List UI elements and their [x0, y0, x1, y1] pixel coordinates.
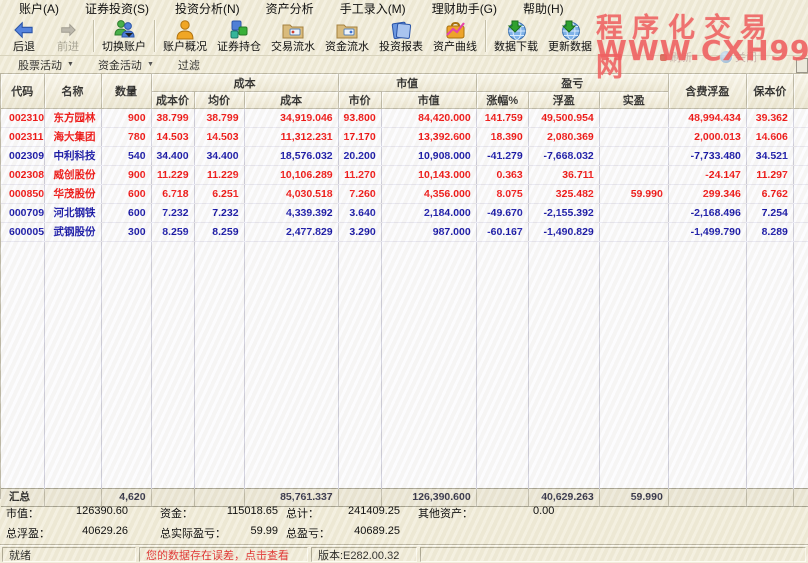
switch-account-button[interactable]: 切换账户: [97, 18, 151, 53]
stock-activity-dropdown[interactable]: 股票活动 ▼: [8, 57, 84, 73]
status-ready: 就绪: [2, 547, 136, 562]
col-header-breakeven[interactable]: 保本价: [746, 74, 793, 109]
switch-account-icon: [111, 19, 137, 41]
status-bar: 就绪 您的数据存在误差，点击查看 版本:E282.00.32: [0, 544, 808, 563]
menu-manual-entry[interactable]: 手工录入(M): [327, 0, 419, 19]
table-row[interactable]: 002311 海大集团 780 14.503 14.503 11,312.231…: [1, 128, 808, 147]
account-overview-icon: [172, 19, 198, 41]
chevron-down-icon: ▼: [147, 61, 154, 69]
status-version: 版本:E282.00.32: [311, 547, 417, 562]
table-row[interactable]: 600005 武钢股份 300 8.259 8.259 2,477.829 3.…: [1, 223, 808, 242]
account-overview-button[interactable]: 账户概况: [158, 18, 212, 53]
forward-icon: [55, 19, 81, 41]
col-group-pl[interactable]: 盈亏: [476, 74, 668, 92]
col-header-qty[interactable]: 数量: [101, 74, 151, 109]
close-icon: [720, 51, 732, 63]
col-header-value[interactable]: 市值: [381, 92, 476, 109]
cash-label: 资金：: [160, 505, 193, 521]
col-header-price[interactable]: 市价: [338, 92, 381, 109]
col-header-code[interactable]: 代码: [1, 74, 44, 109]
menu-securities-invest[interactable]: 证券投资(S): [72, 0, 162, 19]
holdings-button[interactable]: 证券持仓: [212, 18, 266, 53]
asset-curve-icon: [442, 19, 468, 41]
total-value: 241409.25: [320, 505, 400, 517]
table-row[interactable]: 002310 东方园林 900 38.799 38.799 34,919.046…: [1, 109, 808, 128]
totals-panel: 市值： 126390.60 资金： 115018.65 总计： 241409.2…: [0, 499, 808, 544]
menu-invest-analysis[interactable]: 投资分析(N): [162, 0, 253, 19]
market-value-label: 市值：: [6, 505, 39, 521]
col-header-change-pct[interactable]: 涨幅%: [476, 92, 528, 109]
table-row[interactable]: 000709 河北钢铁 600 7.232 7.232 4,339.392 3.…: [1, 204, 808, 223]
report-icon: [388, 19, 414, 41]
cash-activity-dropdown[interactable]: 资金活动 ▼: [88, 57, 164, 73]
refresh-link[interactable]: 刷新: [660, 49, 692, 65]
table-row[interactable]: 000850 华茂股份 600 6.718 6.251 4,030.518 7.…: [1, 185, 808, 204]
empty-grid-area: [1, 242, 808, 489]
back-button[interactable]: 后退: [2, 18, 46, 53]
col-header-avg-price[interactable]: 均价: [194, 92, 244, 109]
asset-curve-button[interactable]: 资产曲线: [428, 18, 482, 53]
menu-finance-assistant[interactable]: 理财助手(G): [419, 0, 510, 19]
toolbar-separator: [93, 20, 94, 52]
forward-button[interactable]: 前进: [46, 18, 90, 53]
col-header-float-pl[interactable]: 浮盈: [528, 92, 599, 109]
report-button[interactable]: 投资报表: [374, 18, 428, 53]
col-group-value[interactable]: 市值: [338, 74, 476, 92]
col-header-cost[interactable]: 成本: [244, 92, 338, 109]
holdings-table: 代码 名称 数量 成本 市值 盈亏 含费浮盈 保本价 成本价 均价 成本 市价 …: [0, 74, 808, 499]
col-header-real-pl[interactable]: 实盈: [599, 92, 668, 109]
menu-account[interactable]: 账户(A): [6, 0, 72, 19]
close-link[interactable]: 关闭: [720, 49, 757, 65]
cash-value: 115018.65: [200, 505, 278, 517]
menu-asset-analysis[interactable]: 资产分析: [253, 0, 327, 19]
col-header-spacer: [793, 74, 808, 109]
filter-button[interactable]: 过滤: [168, 57, 210, 73]
trade-flow-button[interactable]: 交易流水: [266, 18, 320, 53]
status-spacer: [420, 547, 806, 562]
total-float-value: 40629.26: [58, 525, 128, 537]
trade-flow-icon: [280, 19, 306, 41]
col-header-name[interactable]: 名称: [44, 74, 101, 109]
table-row[interactable]: 002309 中利科技 540 34.400 34.400 18,576.032…: [1, 147, 808, 166]
toolbar-separator: [485, 20, 486, 52]
cash-flow-button[interactable]: 资金流水: [320, 18, 374, 53]
market-value: 126390.60: [58, 505, 128, 517]
total-real-value: 59.99: [200, 525, 278, 537]
col-header-fee-float-pl[interactable]: 含费浮盈: [668, 74, 746, 109]
col-header-cost-price[interactable]: 成本价: [151, 92, 194, 109]
toolbar-separator: [154, 20, 155, 52]
status-warning-link[interactable]: 您的数据存在误差，点击查看: [139, 547, 308, 562]
menu-help[interactable]: 帮助(H): [510, 0, 577, 19]
chevron-down-icon: ▼: [67, 61, 74, 69]
col-group-cost[interactable]: 成本: [151, 74, 338, 92]
update-icon: [557, 19, 583, 41]
download-icon: [503, 19, 529, 41]
other-assets-label: 其他资产：: [418, 505, 473, 521]
other-assets-value: 0.00: [533, 505, 554, 517]
holdings-icon: [226, 19, 252, 41]
menu-bar: 账户(A) 证券投资(S) 投资分析(N) 资产分析 手工录入(M) 理财助手(…: [0, 0, 808, 18]
back-icon: [11, 19, 37, 41]
update-data-button[interactable]: 更新数据: [543, 18, 597, 53]
total-pl-value: 40689.25: [320, 525, 400, 537]
total-label: 总计：: [286, 505, 319, 521]
data-download-button[interactable]: 数据下载: [489, 18, 543, 53]
table-corner-box: [796, 58, 808, 73]
table-row[interactable]: 002308 威创股份 900 11.229 11.229 10,106.289…: [1, 166, 808, 185]
refresh-icon: [660, 54, 667, 61]
cash-flow-icon: [334, 19, 360, 41]
total-float-label: 总浮盈：: [6, 525, 50, 541]
